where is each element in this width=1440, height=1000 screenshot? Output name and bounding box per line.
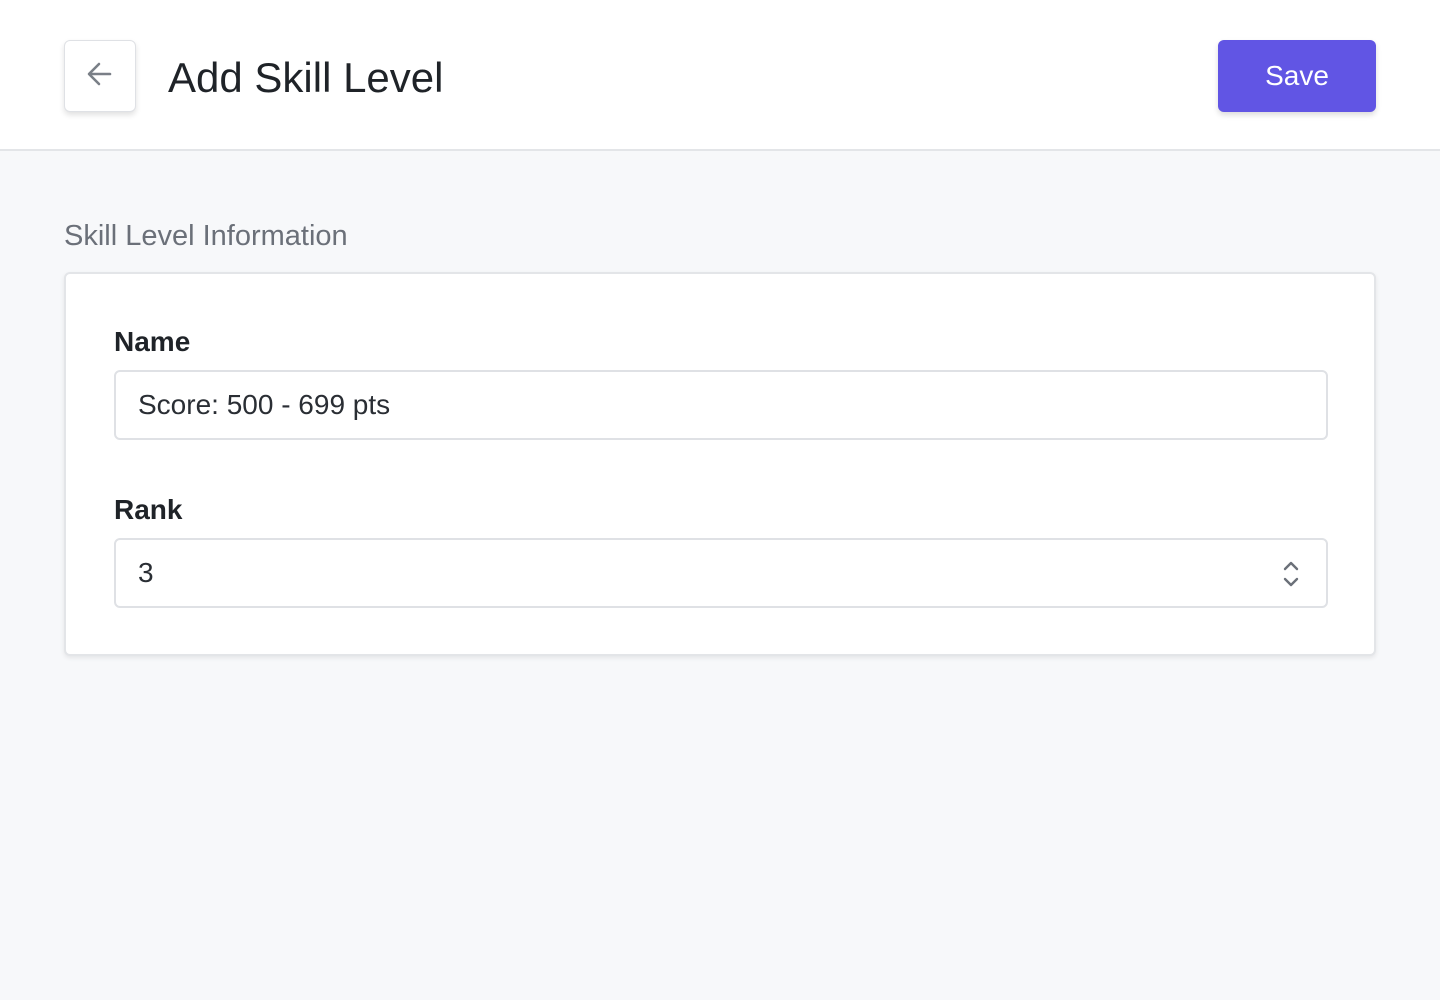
rank-input-value: 3 [138,557,154,588]
section-title: Skill Level Information [64,220,348,252]
page: Add Skill Level Save Skill Level Informa… [0,0,1440,1000]
name-input[interactable]: Score: 500 - 699 pts [114,370,1328,440]
rank-number-input[interactable]: 3 [114,538,1328,608]
page-header: Add Skill Level Save [0,0,1440,151]
chevron-up-down-icon[interactable] [1280,559,1302,589]
arrow-left-icon [84,58,116,95]
skill-level-form-card: Name Score: 500 - 699 pts Rank 3 [64,272,1376,656]
save-button[interactable]: Save [1218,40,1376,112]
name-input-value: Score: 500 - 699 pts [138,389,391,420]
name-label: Name [114,326,191,357]
page-title: Add Skill Level [168,54,444,101]
rank-label: Rank [114,494,183,525]
back-button[interactable] [64,40,136,112]
